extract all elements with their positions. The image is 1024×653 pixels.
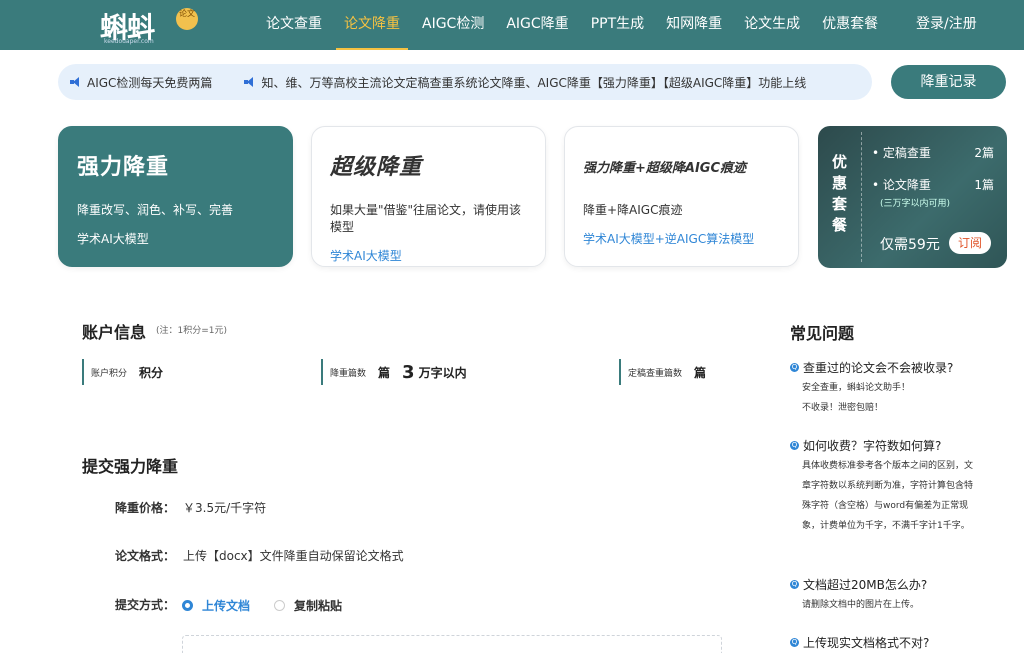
question-icon: Q [790,363,799,372]
discount-package-card[interactable]: 优惠套餐 • 定稿查重 2篇 • 论文降重 1篇 (三万字以内可用) 仅需59元… [818,126,1007,268]
logo-url: keedouaper.com [104,38,154,45]
account-points: 账户积分 积分 [82,359,163,385]
package-row-label: • 论文降重 [872,178,931,192]
radio-label: 上传文档 [202,599,251,613]
package-row-value: 2篇 [974,146,994,160]
faq-question-text: 如何收费？字符数如何算? [803,439,942,453]
account-reduce-count: 降重篇数 篇 3 万字以内 [321,359,467,385]
card-model: 学术AI大模型+逆AIGC算法模型 [583,232,755,246]
question-icon: Q [790,638,799,647]
card-model: 学术AI大模型 [330,249,402,263]
price-label: 降重价格： [115,501,176,515]
card-title: 超级降重 [330,155,423,180]
notice-text: 知、维、万等高校主流论文定稿查重系统论文降重、AIGC降重【强力降重】【超级AI… [261,75,807,90]
reduce-limit: 万字以内 [418,365,467,380]
mode-card-strong-aigc[interactable]: 强力降重+超级降AIGC痕迹 降重+降AIGC痕迹 学术AI大模型+逆AIGC算… [564,126,799,267]
faq-question[interactable]: Q 查重过的论文会不会被收录? [790,359,980,376]
top-navbar: 蝌蚪 论文 keedouaper.com 论文查重 论文降重 AIGC检测 AI… [0,0,1024,50]
nav-item-check[interactable]: 论文查重 [258,0,330,50]
faq-question-text: 文档超过20MB怎么办? [803,578,928,592]
nav-item-aigc-reduce[interactable]: AIGC降重 [498,0,576,50]
method-label: 提交方式： [115,598,176,612]
faq-item: Q 上传现实文档格式不对? [790,634,980,651]
card-desc: 降重+降AIGC痕迹 [583,203,683,217]
format-label: 论文格式： [115,549,176,563]
upload-dropzone[interactable] [182,635,722,653]
copy-paste-radio[interactable]: 复制粘贴 [274,597,342,614]
nav-item-aigc-detect[interactable]: AIGC检测 [414,0,492,50]
nav-item-packages[interactable]: 优惠套餐 [814,0,886,50]
notice-item: AIGC检测每天免费两篇 [70,74,212,91]
card-desc: 如果大量"借鉴"往届论文，请使用该模型 [330,203,522,234]
package-row: • 定稿查重 2篇 [872,144,994,161]
nav-item-reduce[interactable]: 论文降重 [336,0,408,50]
faq-answer: 具体收费标准参考各个版本之间的区别，文章字符数以系统判断为准，字符计算包含特殊字… [802,461,974,531]
points-label: 账户积分 [91,368,128,379]
nav-item-paper-gen[interactable]: 论文生成 [736,0,808,50]
package-row: • 论文降重 1篇 [872,176,994,193]
faq-answer: 请删除文档中的图片在上传。 [802,600,920,610]
faq-question[interactable]: Q 如何收费？字符数如何算? [790,437,980,454]
notice-bar: AIGC检测每天免费两篇 知、维、万等高校主流论文定稿查重系统论文降重、AIGC… [58,64,872,100]
nav-item-ppt[interactable]: PPT生成 [583,0,652,50]
card-desc: 降重改写、润色、补写、完善 [77,203,234,217]
submit-title: 提交强力降重 [82,457,179,476]
faq-question[interactable]: Q 上传现实文档格式不对? [790,634,980,651]
package-side-label: 优惠套餐 [832,153,848,234]
main-nav: 论文查重 论文降重 AIGC检测 AIGC降重 PPT生成 知网降重 论文生成 … [258,0,892,50]
speaker-icon [244,77,256,87]
reduce-number: 3 [402,361,415,383]
points-value: 积分 [139,365,164,380]
faq-answer: 安全查重，蝌蚪论文助手！ 不收录！泄密包赔！ [802,383,911,413]
faq-item: Q 文档超过20MB怎么办? 请删除文档中的图片在上传。 [790,576,980,615]
package-row-value: 1篇 [974,178,994,192]
reduce-label: 降重篇数 [330,368,367,379]
nav-item-cnki-reduce[interactable]: 知网降重 [658,0,730,50]
radio-unchecked-icon [274,600,285,611]
mode-card-strong[interactable]: 强力降重 降重改写、润色、补写、完善 学术AI大模型 [58,126,293,267]
format-value: 上传【docx】文件降重自动保留论文格式 [183,549,404,563]
reduce-record-button[interactable]: 降重记录 [891,65,1006,99]
upload-doc-radio[interactable]: 上传文档 [182,597,250,614]
card-model: 学术AI大模型 [77,232,149,246]
question-icon: Q [790,580,799,589]
logo-badge: 论文 [176,8,198,30]
faq-question-text: 上传现实文档格式不对? [803,636,930,650]
site-logo[interactable]: 蝌蚪 论文 keedouaper.com [100,6,200,46]
check-label: 定稿查重篇数 [628,368,683,379]
notice-item: 知、维、万等高校主流论文定稿查重系统论文降重、AIGC降重【强力降重】【超级AI… [244,74,806,91]
package-price: 仅需59元 [880,237,940,253]
faq-question-text: 查重过的论文会不会被收录? [803,361,954,375]
radio-checked-icon [182,600,193,611]
speaker-icon [70,77,82,87]
notice-text: AIGC检测每天免费两篇 [87,75,213,90]
package-note: (三万字以内可用) [880,199,951,209]
faq-question[interactable]: Q 文档超过20MB怎么办? [790,576,980,593]
reduce-unit: 篇 [378,365,391,380]
card-title: 强力降重+超级降AIGC痕迹 [583,161,747,176]
card-title: 强力降重 [77,155,170,180]
account-check-count: 定稿查重篇数 篇 [619,359,706,385]
login-register-link[interactable]: 登录/注册 [916,0,977,48]
mode-card-super[interactable]: 超级降重 如果大量"借鉴"往届论文，请使用该模型 学术AI大模型 [311,126,546,267]
package-row-label: • 定稿查重 [872,146,931,160]
subscribe-button[interactable]: 订阅 [949,232,991,254]
faq-item: Q 查重过的论文会不会被收录? 安全查重，蝌蚪论文助手！ 不收录！泄密包赔！ [790,359,980,418]
radio-label: 复制粘贴 [294,599,343,613]
check-unit: 篇 [694,365,707,380]
account-info-title: 账户信息 [82,323,147,342]
ticket-divider [861,132,862,262]
question-icon: Q [790,441,799,450]
price-value: ￥3.5元/千字符 [183,501,267,515]
faq-item: Q 如何收费？字符数如何算? 具体收费标准参考各个版本之间的区别，文章字符数以系统… [790,437,980,536]
faq-title: 常见问题 [790,324,855,343]
account-note: (注：1积分=1元) [156,326,228,336]
